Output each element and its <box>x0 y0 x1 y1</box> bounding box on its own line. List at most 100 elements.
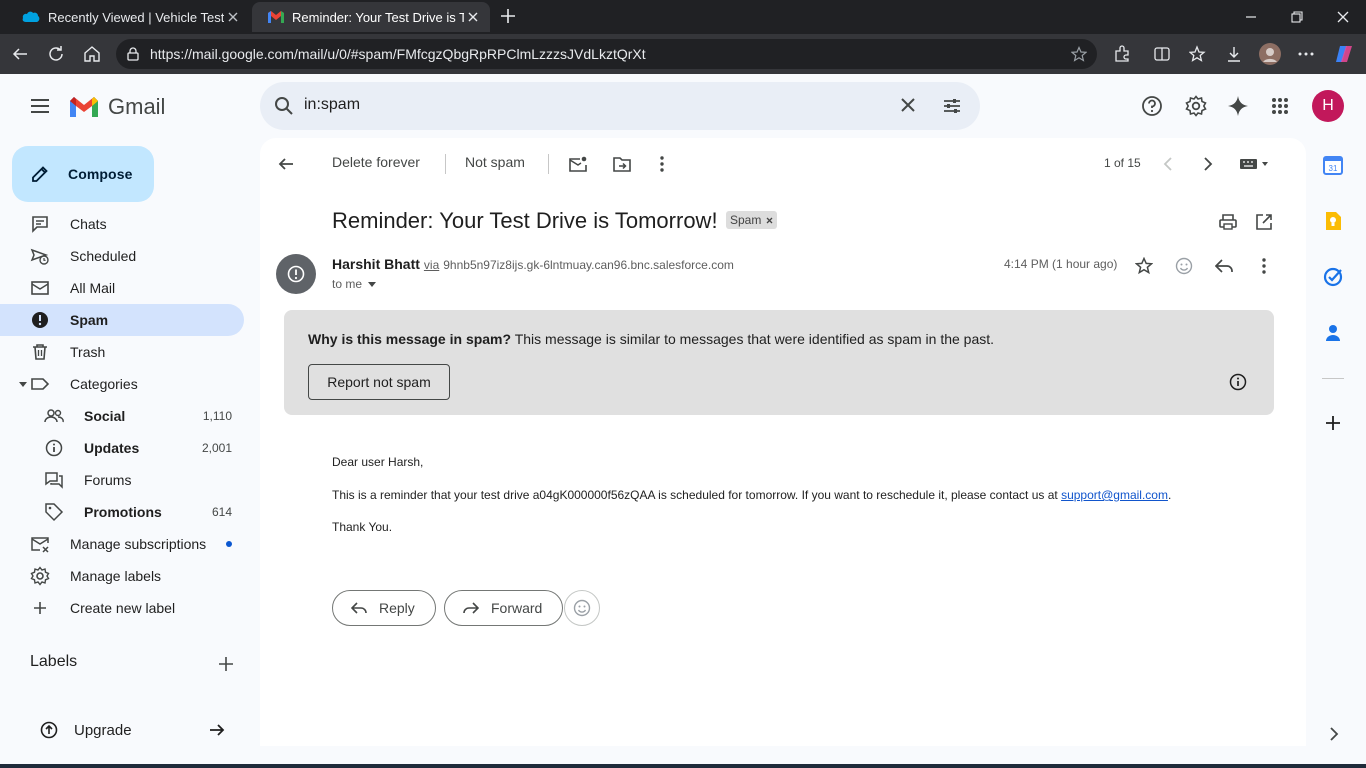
mark-unread-icon[interactable] <box>566 152 590 176</box>
close-window-icon[interactable] <box>1320 0 1366 34</box>
newer-chevron-left-icon[interactable] <box>1156 152 1180 176</box>
main-menu-icon[interactable] <box>28 94 52 118</box>
trash-icon <box>30 342 50 362</box>
sidebar-item-promotions[interactable]: Promotions 614 <box>0 496 244 528</box>
sidebar-item-social[interactable]: Social 1,110 <box>0 400 244 432</box>
search-icon[interactable] <box>274 96 294 116</box>
sidebar-item-chats[interactable]: Chats <box>0 208 244 240</box>
forward-label: Forward <box>491 600 543 616</box>
sidebar-item-label: Promotions <box>84 504 162 520</box>
search-bar[interactable]: in:spam <box>260 82 980 130</box>
bookmark-star-icon[interactable] <box>1071 46 1087 62</box>
sidebar-item-label: Manage subscriptions <box>70 536 207 552</box>
sidebar-item-forums[interactable]: Forums <box>0 464 244 496</box>
search-options-icon[interactable] <box>942 96 962 116</box>
not-spam-button[interactable]: Not spam <box>465 154 525 170</box>
input-tools-keyboard-icon[interactable] <box>1236 152 1272 176</box>
sidebar-item-categories[interactable]: Categories <box>0 368 244 400</box>
more-actions-icon[interactable] <box>650 152 674 176</box>
sidebar-item-create-label[interactable]: Create new label <box>0 592 244 624</box>
more-options-icon[interactable] <box>1294 42 1318 66</box>
sidebar-item-manage-labels[interactable]: Manage labels <box>0 560 244 592</box>
sidebar-item-label: Forums <box>84 472 132 488</box>
message-more-icon[interactable] <box>1252 254 1276 278</box>
gmail-logo[interactable]: Gmail <box>68 94 165 120</box>
show-side-panel-chevron-icon[interactable] <box>1324 724 1344 744</box>
via-link[interactable]: via <box>424 258 439 272</box>
tasks-icon[interactable] <box>1322 266 1344 288</box>
labels-heading: Labels <box>30 653 78 670</box>
google-apps-icon[interactable] <box>1268 94 1292 118</box>
remove-label-icon[interactable] <box>766 217 773 224</box>
sender-name[interactable]: Harshit Bhatt <box>332 256 420 272</box>
close-icon[interactable] <box>464 8 482 26</box>
get-add-ons-plus-icon[interactable] <box>1322 412 1344 434</box>
report-not-spam-button[interactable]: Report not spam <box>308 364 450 400</box>
compose-button[interactable]: Compose <box>12 146 154 202</box>
star-icon[interactable] <box>1132 254 1156 278</box>
forward-button[interactable]: Forward <box>444 590 564 626</box>
add-reaction-icon[interactable] <box>1172 254 1196 278</box>
home-icon[interactable] <box>80 42 104 66</box>
account-avatar[interactable]: H <box>1312 90 1344 122</box>
browser-tab-vehicle-test[interactable]: Recently Viewed | Vehicle Test Dri <box>6 2 250 32</box>
move-to-icon[interactable] <box>610 152 634 176</box>
emoji-reaction-button[interactable] <box>564 590 600 626</box>
report-spam-icon <box>30 310 50 330</box>
reply-icon[interactable] <box>1212 254 1236 278</box>
contacts-icon[interactable] <box>1322 322 1344 344</box>
recipient-details[interactable]: to me <box>332 277 377 291</box>
search-input[interactable]: in:spam <box>304 96 360 114</box>
sidebar-item-spam[interactable]: Spam <box>0 304 244 336</box>
sidebar-item-label: All Mail <box>70 280 116 296</box>
back-to-list-icon[interactable] <box>274 152 298 176</box>
print-icon[interactable] <box>1216 210 1240 234</box>
help-icon[interactable] <box>1140 94 1164 118</box>
toolbar-divider <box>548 154 549 174</box>
support-email-link[interactable]: support@gmail.com <box>1061 488 1168 502</box>
sidebar-item-all-mail[interactable]: All Mail <box>0 272 244 304</box>
copilot-icon[interactable] <box>1332 42 1356 66</box>
site-info-icon[interactable] <box>126 47 140 61</box>
email-greeting: Dear user Harsh, <box>332 455 424 469</box>
sidebar-item-updates[interactable]: Updates 2,001 <box>0 432 244 464</box>
profile-avatar[interactable] <box>1258 42 1282 66</box>
extensions-icon[interactable] <box>1110 42 1134 66</box>
compose-label: Compose <box>68 166 133 182</box>
older-chevron-right-icon[interactable] <box>1196 152 1220 176</box>
reply-button[interactable]: Reply <box>332 590 436 626</box>
warning-icon <box>287 265 305 283</box>
address-bar[interactable]: https://mail.google.com/mail/u/0/#spam/F… <box>116 39 1097 69</box>
restore-icon[interactable] <box>1274 0 1320 34</box>
browser-tab-reminder[interactable]: Reminder: Your Test Drive is Tomo <box>252 2 490 32</box>
gmail-icon <box>268 11 284 23</box>
open-in-new-window-icon[interactable] <box>1252 210 1276 234</box>
sidebar-item-scheduled[interactable]: Scheduled <box>0 240 244 272</box>
svg-text:31: 31 <box>1329 164 1338 173</box>
close-icon[interactable] <box>224 8 242 26</box>
sidebar-item-label: Manage labels <box>70 568 162 584</box>
gemini-sparkle-icon[interactable] <box>1226 94 1250 118</box>
sender-avatar[interactable] <box>276 254 316 294</box>
downloads-icon[interactable] <box>1222 42 1246 66</box>
delete-forever-button[interactable]: Delete forever <box>332 154 420 170</box>
sidebar-item-trash[interactable]: Trash <box>0 336 244 368</box>
add-label-icon[interactable] <box>214 652 238 676</box>
unread-count: 614 <box>211 505 232 519</box>
favorites-icon[interactable] <box>1186 42 1210 66</box>
keep-icon[interactable] <box>1322 210 1344 232</box>
minimize-icon[interactable] <box>1228 0 1274 34</box>
info-icon <box>44 438 64 458</box>
sidebar-item-manage-subscriptions[interactable]: Manage subscriptions <box>0 528 244 560</box>
settings-gear-icon[interactable] <box>1184 94 1208 118</box>
reload-icon[interactable] <box>44 42 68 66</box>
upgrade-button[interactable]: Upgrade <box>24 714 240 746</box>
spam-label-chip[interactable]: Spam <box>726 211 778 229</box>
info-icon[interactable] <box>1226 370 1250 394</box>
new-tab-icon[interactable] <box>498 6 518 26</box>
split-screen-icon[interactable] <box>1150 42 1174 66</box>
back-icon[interactable] <box>8 42 32 66</box>
calendar-icon[interactable]: 31 <box>1322 154 1344 176</box>
spam-banner-text: Why is this message in spam? This messag… <box>308 331 994 347</box>
clear-search-icon[interactable] <box>900 97 916 113</box>
